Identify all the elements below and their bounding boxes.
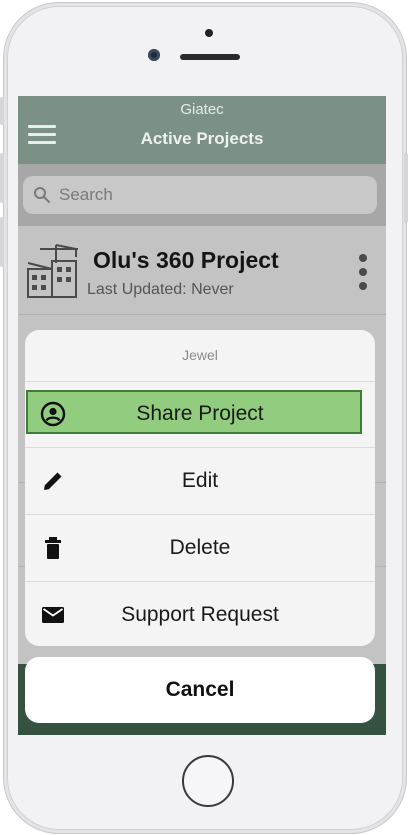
search-placeholder: Search xyxy=(59,185,113,204)
volume-up-button xyxy=(0,153,4,203)
support-request-button[interactable]: Support Request xyxy=(25,582,375,646)
proximity-sensor xyxy=(205,29,213,37)
app-name: Giatec xyxy=(180,101,224,118)
delete-label: Delete xyxy=(169,536,231,559)
project-name: Olu's 360 Project xyxy=(93,247,279,273)
project-last-updated: Last Updated: Never xyxy=(87,281,234,298)
mute-switch xyxy=(0,97,4,125)
action-sheet: Jewel Share Project Edit Delete Support … xyxy=(25,330,375,646)
list-divider xyxy=(18,314,386,315)
home-button[interactable] xyxy=(182,755,234,807)
search-bar-container: Search xyxy=(18,164,386,226)
delete-button[interactable]: Delete xyxy=(25,515,375,581)
volume-down-button xyxy=(0,217,4,267)
share-project-label: Share Project xyxy=(136,402,264,425)
more-options-icon[interactable] xyxy=(358,254,368,290)
cancel-button[interactable]: Cancel xyxy=(25,657,375,723)
front-camera xyxy=(148,49,160,61)
action-sheet-title: Jewel xyxy=(182,347,218,363)
page-title: Active Projects xyxy=(140,129,264,148)
share-project-button[interactable]: Share Project xyxy=(25,381,375,447)
support-request-label: Support Request xyxy=(121,603,279,626)
navigation-bar: Giatec Active Projects xyxy=(18,96,386,164)
edit-button[interactable]: Edit xyxy=(25,448,375,514)
earpiece-speaker xyxy=(180,54,240,60)
project-list-item[interactable]: Olu's 360 Project Last Updated: Never xyxy=(18,226,386,314)
search-icon xyxy=(34,187,50,203)
cancel-label: Cancel xyxy=(165,678,235,701)
power-button xyxy=(404,153,408,223)
edit-label: Edit xyxy=(181,469,219,492)
search-input[interactable]: Search xyxy=(23,176,377,214)
building-crane-icon xyxy=(27,244,78,298)
